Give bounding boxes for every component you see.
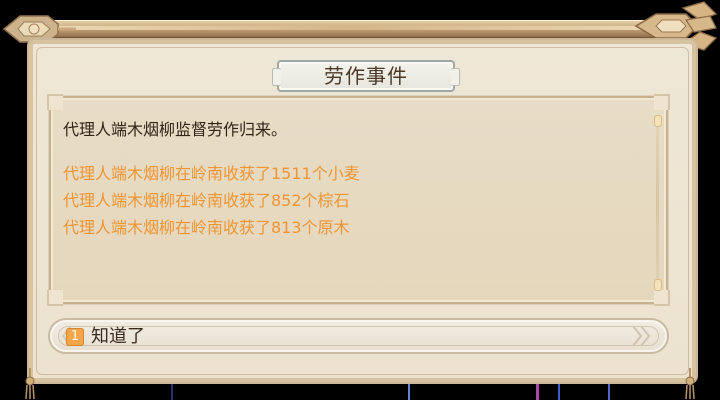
scroll-indicator-icon	[655, 116, 661, 126]
game-scene: 劳作事件 代理人端木烟柳监督劳作归来。 代理人端木烟柳在岭南收获了1511个小麦…	[0, 0, 720, 400]
panel-corner-top-left	[47, 94, 63, 110]
top-scroll-rod	[12, 20, 690, 38]
event-summary: 代理人端木烟柳监督劳作归来。	[63, 120, 288, 139]
event-message-text: 代理人端木烟柳监督劳作归来。 代理人端木烟柳在岭南收获了1511个小麦 代理人端…	[63, 116, 638, 241]
event-message-panel: 代理人端木烟柳监督劳作归来。 代理人端木烟柳在岭南收获了1511个小麦 代理人端…	[47, 94, 670, 306]
option-index-badge: 1	[66, 328, 84, 346]
harvest-result: 代理人端木烟柳在岭南收获了852个棕石	[63, 191, 350, 210]
acknowledge-option-label: 知道了	[91, 326, 145, 347]
tassel-icon	[25, 368, 35, 400]
scroll-indicator-icon	[655, 280, 661, 290]
harvest-result: 代理人端木烟柳在岭南收获了813个原木	[63, 218, 350, 237]
acknowledge-option-button[interactable]: 1 知道了	[48, 318, 669, 354]
panel-corner-bottom-right	[654, 290, 670, 306]
dialog-title-plaque: 劳作事件	[272, 60, 460, 92]
panel-corner-bottom-left	[47, 290, 63, 306]
option-cap-right-icon	[632, 325, 651, 347]
tassel-icon	[685, 368, 695, 400]
message-gap	[63, 143, 638, 160]
harvest-result: 代理人端木烟柳在岭南收获了1511个小麦	[63, 164, 360, 183]
panel-corner-top-right	[654, 94, 670, 110]
dialog-title: 劳作事件	[324, 64, 408, 88]
scroll-track	[656, 116, 659, 290]
